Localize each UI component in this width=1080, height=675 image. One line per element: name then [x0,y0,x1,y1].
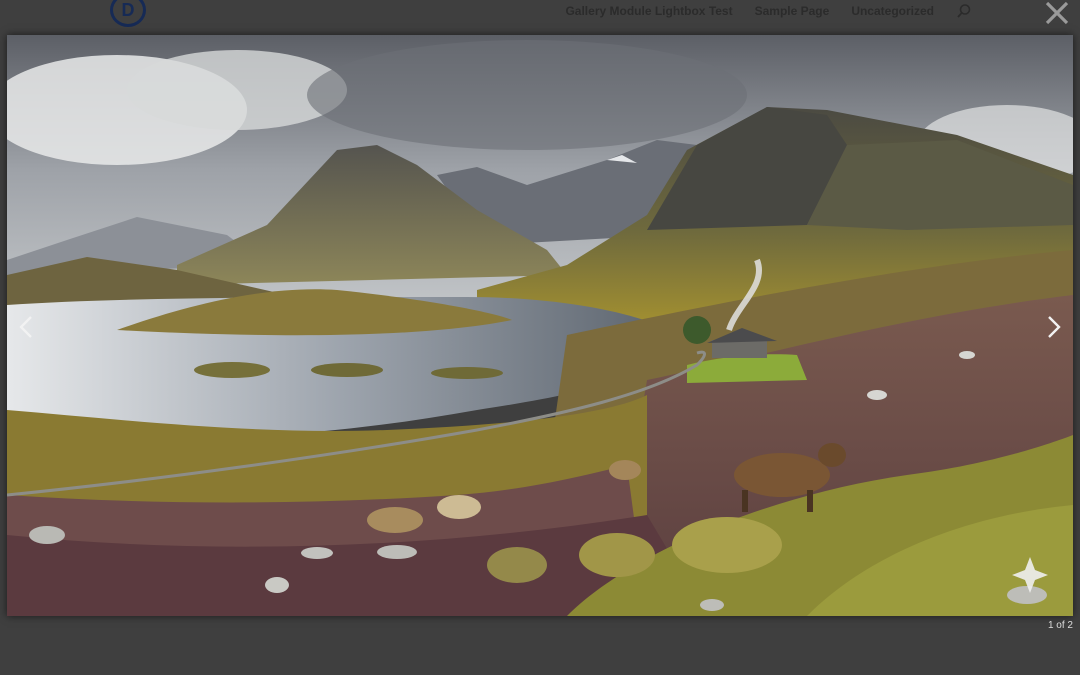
nav-item-gallery-test[interactable]: Gallery Module Lightbox Test [565,4,732,18]
lightbox-image [7,35,1073,616]
lightbox-page: D Gallery Module Lightbox Test Sample Pa… [0,0,1080,675]
main-nav: Gallery Module Lightbox Test Sample Page… [565,3,972,19]
close-icon[interactable] [1044,0,1070,26]
nav-item-sample-page[interactable]: Sample Page [755,4,830,18]
site-header: D Gallery Module Lightbox Test Sample Pa… [0,0,1080,34]
search-icon[interactable] [956,3,972,19]
chevron-right-icon[interactable] [1038,310,1068,344]
image-counter: 1 of 2 [1047,620,1073,631]
chevron-left-icon[interactable] [12,310,42,344]
landscape-photo [7,35,1073,616]
nav-item-uncategorized[interactable]: Uncategorized [851,4,934,18]
site-logo[interactable]: D [110,0,146,27]
